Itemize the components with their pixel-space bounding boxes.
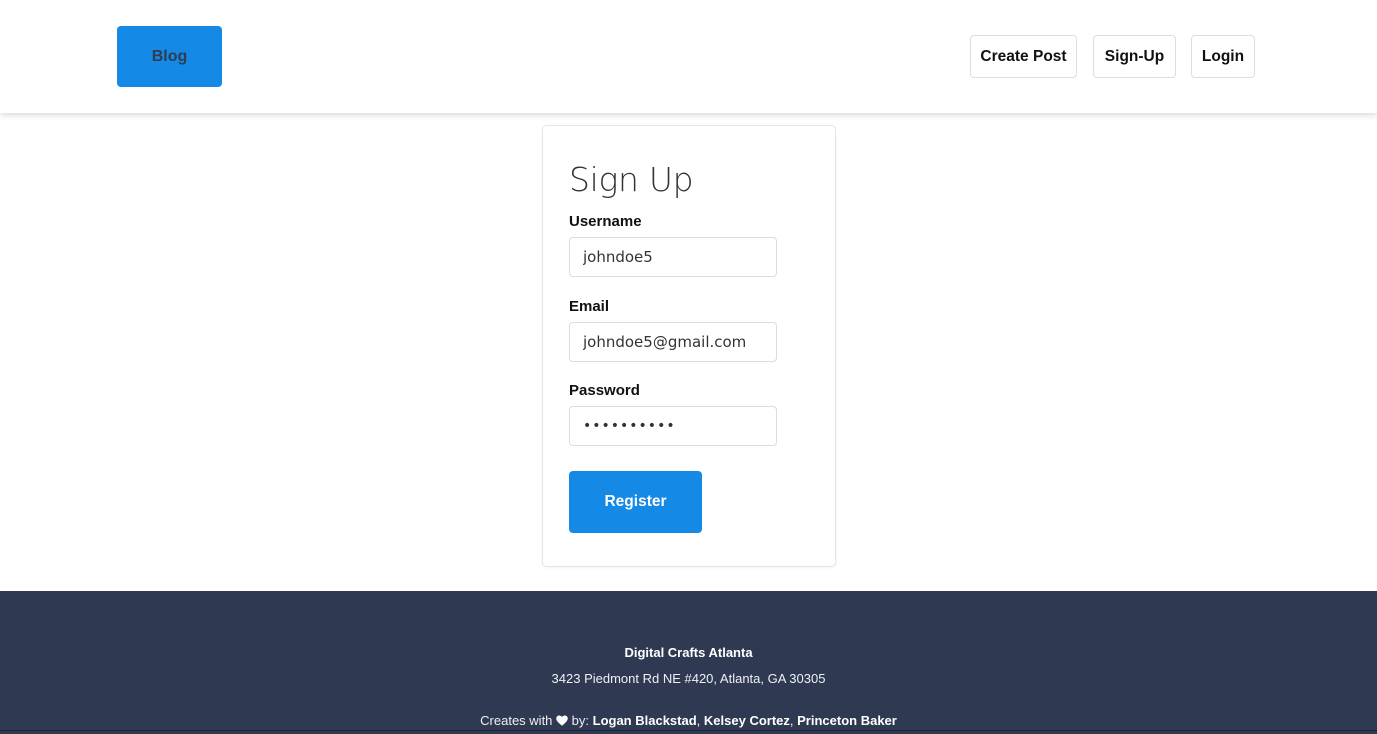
author-separator: ,	[789, 713, 794, 728]
heart-icon	[556, 715, 568, 726]
footer-address: 3423 Piedmont Rd NE #420, Atlanta, GA 30…	[551, 671, 826, 686]
credits-by: by:	[571, 713, 589, 728]
create-post-button[interactable]: Create Post	[970, 35, 1077, 78]
signup-card: Sign Up Username Email Password Register	[542, 125, 836, 567]
username-label: Username	[569, 213, 642, 230]
password-label: Password	[569, 382, 640, 399]
signup-title: Sign Up	[569, 160, 694, 199]
footer-credits: Creates with by: Logan Blackstad, Kelsey…	[0, 713, 1377, 728]
email-input[interactable]	[569, 322, 777, 362]
username-input[interactable]	[569, 237, 777, 277]
author-separator: ,	[696, 713, 701, 728]
register-button[interactable]: Register	[569, 471, 702, 533]
footer-divider	[0, 730, 1377, 731]
login-button[interactable]: Login	[1191, 35, 1255, 78]
password-input[interactable]	[569, 406, 777, 446]
footer-org-name: Digital Crafts Atlanta	[624, 645, 753, 660]
brand-logo-button[interactable]: Blog	[117, 26, 222, 87]
author-name: Logan Blackstad	[592, 713, 697, 728]
top-navbar: Blog Create Post Sign-Up Login	[0, 0, 1377, 113]
email-label: Email	[569, 298, 610, 315]
author-name: Kelsey Cortez	[703, 713, 790, 728]
author-name: Princeton Baker	[797, 713, 897, 728]
sign-up-button[interactable]: Sign-Up	[1093, 35, 1176, 78]
site-footer: Digital Crafts Atlanta 3423 Piedmont Rd …	[0, 591, 1377, 734]
credits-prefix: Creates with	[480, 713, 553, 728]
